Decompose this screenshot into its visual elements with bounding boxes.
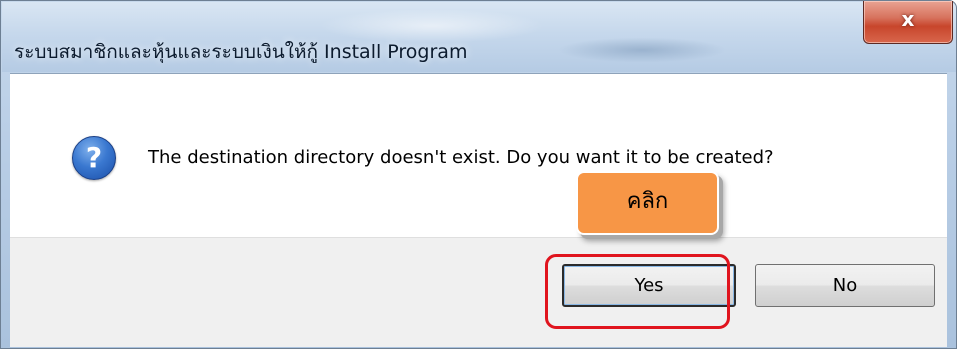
screenshot: ระบบสมาชิกและหุ้นและระบบเงินให้กู้ Insta… (0, 0, 957, 349)
dialog-client-area: ? The destination directory doesn't exis… (10, 73, 947, 347)
question-icon: ? (72, 136, 116, 180)
dialog-window: ระบบสมาชิกและหุ้นและระบบเงินให้กู้ Insta… (0, 0, 957, 349)
message-area: ? The destination directory doesn't exis… (10, 74, 947, 237)
dialog-message: The destination directory doesn't exist.… (148, 147, 774, 168)
window-title: ระบบสมาชิกและหุ้นและระบบเงินให้กู้ Insta… (14, 41, 468, 63)
click-callout: คลิก (576, 171, 719, 235)
question-icon-glyph: ? (85, 141, 103, 174)
button-bar: Yes No (10, 237, 947, 347)
no-button[interactable]: No (755, 264, 935, 307)
yes-highlight-box (545, 254, 730, 329)
close-button[interactable]: x (863, 1, 953, 44)
close-icon: x (901, 7, 915, 31)
title-bar[interactable]: ระบบสมาชิกและหุ้นและระบบเงินให้กู้ Insta… (2, 2, 956, 72)
